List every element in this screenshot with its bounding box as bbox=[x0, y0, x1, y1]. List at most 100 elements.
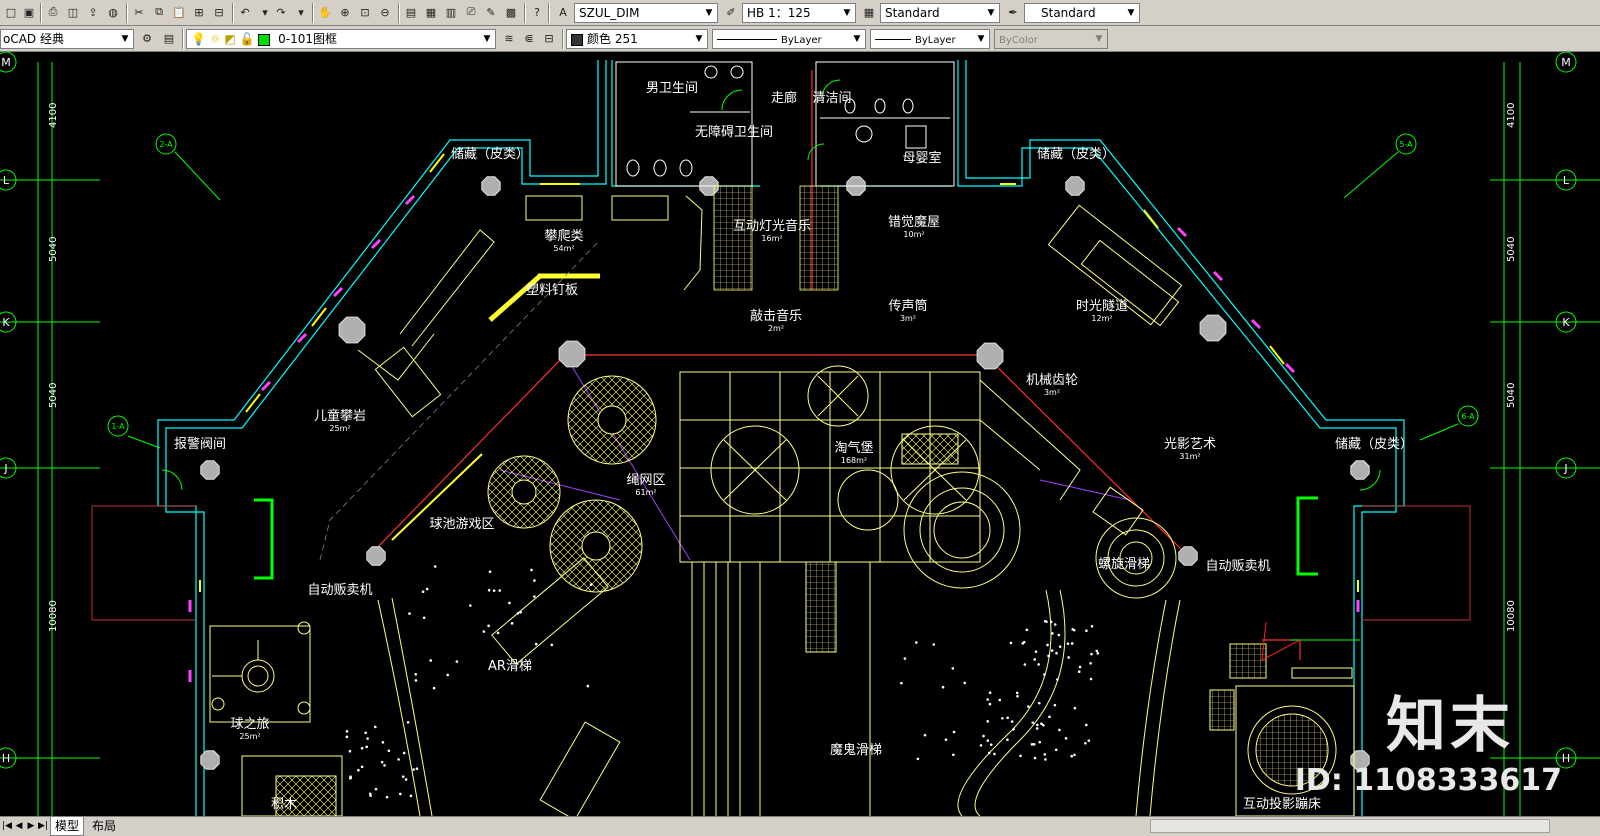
ground-dot bbox=[397, 758, 400, 761]
tab-model[interactable]: 模型 bbox=[50, 817, 85, 836]
room-label: 错觉魔屋 bbox=[888, 215, 940, 230]
dimstyle-select[interactable]: SZUL_DIM ▼ bbox=[574, 3, 718, 23]
chevron-down-icon[interactable]: ▼ bbox=[839, 4, 855, 22]
markup-icon[interactable]: ✎ bbox=[482, 3, 500, 21]
room-label: 魔鬼滑梯 bbox=[830, 742, 882, 758]
ground-dot bbox=[414, 672, 418, 676]
ground-dot bbox=[1047, 654, 1050, 658]
column bbox=[200, 750, 220, 770]
ground-dot bbox=[1042, 723, 1045, 727]
publish-icon[interactable]: ⇪ bbox=[84, 3, 102, 21]
ground-dot bbox=[951, 667, 955, 670]
redo-dropdown-icon[interactable]: ▾ bbox=[292, 3, 310, 21]
ground-dot bbox=[952, 730, 956, 734]
design-center-icon[interactable]: ▦ bbox=[422, 3, 440, 21]
layer-on-icon[interactable]: 💡 bbox=[191, 32, 206, 46]
toolbar-separator bbox=[312, 3, 314, 23]
grid-bubble-label: J bbox=[3, 462, 7, 475]
zoom-realtime-icon[interactable]: ⊕ bbox=[336, 3, 354, 21]
workspace-select[interactable]: oCAD 经典 ▼ bbox=[0, 29, 134, 49]
ground-dot bbox=[360, 746, 364, 750]
quickcalc-icon[interactable]: ▩ bbox=[502, 3, 520, 21]
chevron-down-icon[interactable]: ▼ bbox=[479, 30, 495, 48]
column bbox=[1350, 460, 1370, 480]
prev-tab-icon[interactable]: ◀ bbox=[14, 819, 24, 833]
layer-thaw-icon[interactable]: ☼ bbox=[210, 32, 221, 46]
layer-color-swatch bbox=[258, 33, 271, 46]
print-preview-icon[interactable]: ◫ bbox=[64, 3, 82, 21]
room-label: 绳网区 bbox=[626, 473, 665, 488]
chevron-down-icon[interactable]: ▼ bbox=[117, 30, 133, 48]
scale-select[interactable]: HB 1：125 ▼ bbox=[742, 3, 856, 23]
ground-dot bbox=[1025, 628, 1029, 632]
layer-select[interactable]: 💡 ☼ ◩ 🔓 0-101图框 ▼ bbox=[186, 29, 496, 49]
layer-previous-icon[interactable]: ⋐ bbox=[520, 29, 538, 47]
linetype-select[interactable]: ByLayer ▼ bbox=[712, 29, 866, 49]
ground-dot bbox=[487, 588, 491, 592]
chevron-down-icon[interactable]: ▼ bbox=[973, 30, 989, 48]
first-tab-icon[interactable]: |◀ bbox=[2, 819, 12, 833]
text-style-icon[interactable]: A bbox=[554, 3, 572, 21]
ground-dot bbox=[1012, 727, 1015, 731]
undo-icon[interactable]: ↶ bbox=[236, 3, 254, 21]
standard-toolbar: □ ▣ ⎙ ◫ ⇪ ◍ ✂ ⧉ 📋 ⊞ ⊟ ↶ ▾ ↷ ▾ ✋ ⊕ ⊡ ⊖ ▤ … bbox=[0, 0, 1600, 26]
chevron-down-icon[interactable]: ▼ bbox=[701, 4, 717, 22]
drawing-canvas[interactable]: M L K J H M L K J H 4100 5040 5040 10080 4100 504… bbox=[0, 52, 1600, 816]
zoom-previous-icon[interactable]: ⊖ bbox=[376, 3, 394, 21]
ground-dot bbox=[399, 792, 402, 796]
3d-dwf-icon[interactable]: ◍ bbox=[104, 3, 122, 21]
room-label: 报警阀间 bbox=[174, 436, 226, 452]
dimension-style-icon[interactable]: ✐ bbox=[722, 3, 740, 21]
table-style-icon[interactable]: ▦ bbox=[860, 3, 878, 21]
cut-icon[interactable]: ✂ bbox=[130, 3, 148, 21]
lineweight-select[interactable]: ByLayer ▼ bbox=[870, 29, 990, 49]
block-editor-icon[interactable]: ⊟ bbox=[210, 3, 228, 21]
room-area: 25m² bbox=[329, 424, 350, 433]
horizontal-scrollbar[interactable] bbox=[1150, 819, 1550, 833]
next-tab-icon[interactable]: ▶ bbox=[26, 819, 36, 833]
ground-dot bbox=[530, 568, 533, 572]
ground-dot bbox=[988, 691, 992, 695]
match-properties-icon[interactable]: ⊞ bbox=[190, 3, 208, 21]
textstyle-select[interactable]: Standard ▼ bbox=[880, 3, 1000, 23]
pan-icon[interactable]: ✋ bbox=[316, 3, 334, 21]
ground-dot bbox=[348, 749, 352, 753]
layer-lock-icon[interactable]: 🔓 bbox=[240, 32, 255, 46]
last-tab-icon[interactable]: ▶| bbox=[38, 819, 48, 833]
save-icon[interactable]: ▣ bbox=[20, 3, 38, 21]
print-icon[interactable]: ⎙ bbox=[44, 3, 62, 21]
plotstyle-value: ByColor bbox=[999, 35, 1038, 46]
sheet-set-icon[interactable]: ⎚ bbox=[462, 3, 480, 21]
make-current-layer-icon[interactable]: ≋ bbox=[500, 29, 518, 47]
workspace-settings-icon[interactable]: ⚙ bbox=[138, 29, 156, 47]
zoom-window-icon[interactable]: ⊡ bbox=[356, 3, 374, 21]
chevron-down-icon[interactable]: ▼ bbox=[1123, 4, 1139, 22]
tablestyle-select[interactable]: Standard ▼ bbox=[1024, 3, 1140, 23]
room-area: 25m² bbox=[239, 732, 260, 741]
column bbox=[1065, 176, 1085, 196]
room-label: 敲击音乐 bbox=[750, 308, 802, 324]
ground-dot bbox=[1096, 651, 1100, 655]
properties-icon[interactable]: ▤ bbox=[402, 3, 420, 21]
color-select[interactable]: 颜色 251 ▼ bbox=[566, 29, 708, 49]
room-label: 储藏（皮类） bbox=[1037, 147, 1115, 162]
multileader-style-icon[interactable]: ✒ bbox=[1004, 3, 1022, 21]
tab-layout[interactable]: 布局 bbox=[88, 817, 120, 835]
help-icon[interactable]: ? bbox=[528, 3, 546, 21]
paste-icon[interactable]: 📋 bbox=[170, 3, 188, 21]
redo-icon[interactable]: ↷ bbox=[272, 3, 290, 21]
room-label: 球之旅 bbox=[230, 717, 269, 732]
layer-states-icon[interactable]: ⊟ bbox=[540, 29, 558, 47]
copy-icon[interactable]: ⧉ bbox=[150, 3, 168, 21]
grid-bubble-label: L bbox=[3, 174, 10, 187]
layer-properties-icon[interactable]: ▤ bbox=[160, 29, 178, 47]
tool-palettes-icon[interactable]: ▥ bbox=[442, 3, 460, 21]
layer-vp-icon[interactable]: ◩ bbox=[224, 32, 235, 46]
ground-dot bbox=[982, 734, 985, 738]
chevron-down-icon[interactable]: ▼ bbox=[983, 4, 999, 22]
chevron-down-icon[interactable]: ▼ bbox=[849, 30, 865, 48]
ground-dot bbox=[1044, 758, 1047, 761]
chevron-down-icon[interactable]: ▼ bbox=[691, 30, 707, 48]
new-file-icon[interactable]: □ bbox=[2, 3, 20, 21]
ground-dot bbox=[383, 764, 386, 767]
